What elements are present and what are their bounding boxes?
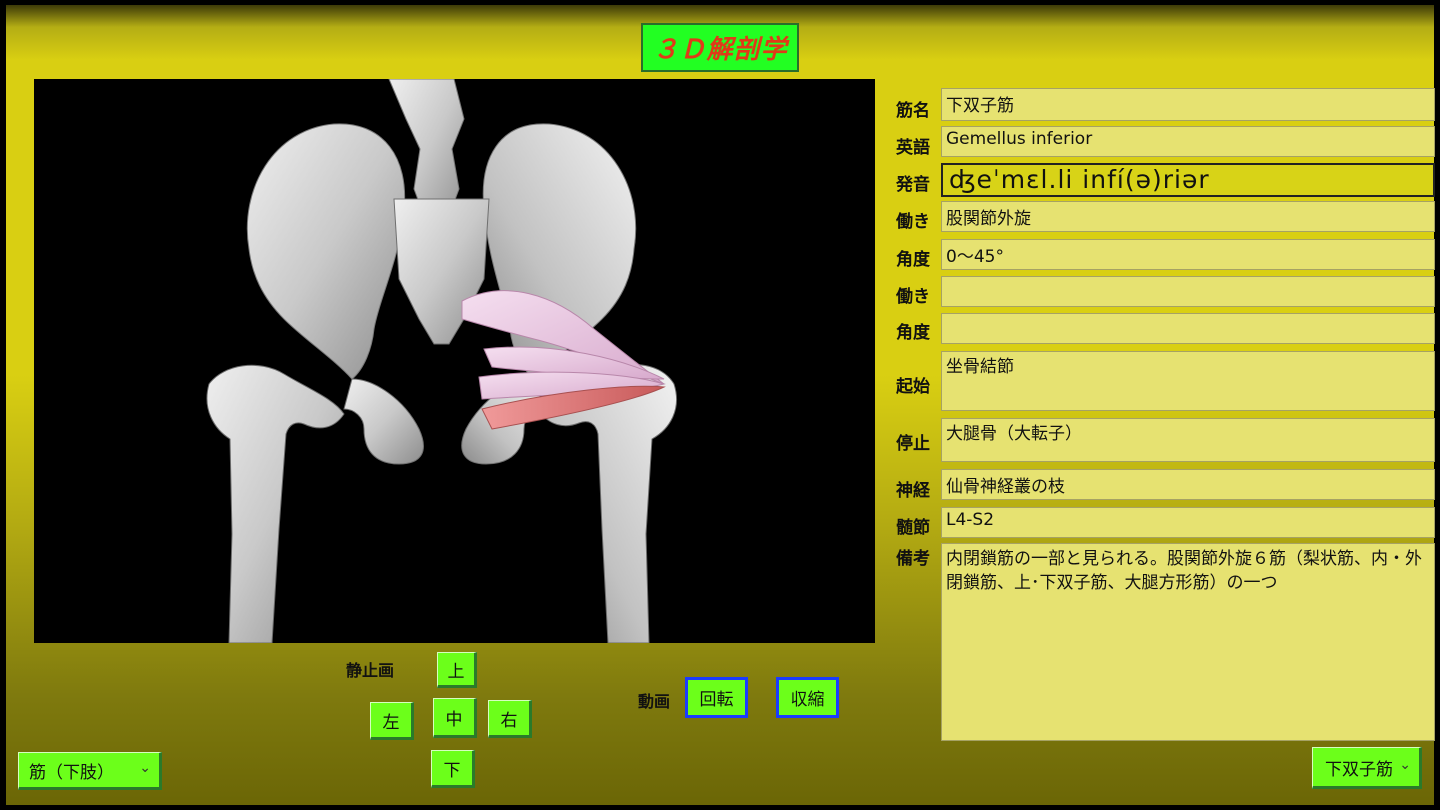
view-down-button[interactable]: 下 (431, 750, 475, 788)
3d-viewport[interactable] (34, 79, 875, 643)
field-segment[interactable]: L4-S2 (941, 507, 1435, 538)
category-select[interactable]: 筋（下肢） ⌄ (18, 752, 162, 790)
field-muscle-name[interactable]: 下双子筋 (941, 88, 1435, 121)
field-nerve[interactable]: 仙骨神経叢の枝 (941, 469, 1435, 500)
label-insertion: 停止 (896, 434, 930, 454)
field-insertion[interactable]: 大腿骨（大転子） (941, 418, 1435, 462)
view-up-button[interactable]: 上 (437, 652, 477, 688)
view-left-button[interactable]: 左 (370, 702, 414, 740)
rotate-button[interactable]: 回転 (685, 677, 748, 718)
field-angle-2[interactable] (941, 313, 1435, 344)
animation-label: 動画 (638, 692, 671, 711)
field-notes[interactable]: 内閉鎖筋の一部と見られる。股関節外旋６筋（梨状筋、内・外閉鎖筋、上･下双子筋、大… (941, 543, 1435, 741)
field-action-2[interactable] (941, 276, 1435, 307)
label-angle-2: 角度 (896, 323, 930, 343)
label-action-2: 働き (896, 287, 930, 307)
label-angle-1: 角度 (896, 250, 930, 270)
chevron-down-icon: ⌄ (139, 760, 151, 776)
field-english[interactable]: Gemellus inferior (941, 126, 1435, 157)
contract-button[interactable]: 収縮 (776, 677, 839, 718)
field-angle-1[interactable]: 0〜45° (941, 239, 1435, 270)
field-pronunciation[interactable]: ʤeˈmɛl.li infí(ə)riər (941, 163, 1435, 197)
label-action-1: 働き (896, 212, 930, 232)
muscle-select[interactable]: 下双子筋 ⌄ (1312, 747, 1422, 789)
view-center-button[interactable]: 中 (433, 698, 477, 738)
label-muscle-name: 筋名 (896, 101, 930, 121)
label-segment: 髄節 (896, 518, 930, 538)
pelvis-model (206, 79, 678, 643)
category-select-value: 筋（下肢） (29, 762, 114, 783)
chevron-down-icon: ⌄ (1399, 757, 1411, 773)
label-nerve: 神経 (896, 481, 930, 501)
app-title: ３Ｄ解剖学 (641, 23, 799, 72)
label-pronunciation: 発音 (896, 175, 930, 195)
label-origin: 起始 (896, 377, 930, 397)
label-english: 英語 (896, 138, 930, 158)
label-notes: 備考 (896, 549, 930, 569)
muscle-select-value: 下双子筋 (1325, 759, 1393, 780)
static-view-label: 静止画 (346, 661, 395, 680)
view-right-button[interactable]: 右 (488, 700, 532, 738)
field-origin[interactable]: 坐骨結節 (941, 351, 1435, 411)
field-action-1[interactable]: 股関節外旋 (941, 201, 1435, 232)
